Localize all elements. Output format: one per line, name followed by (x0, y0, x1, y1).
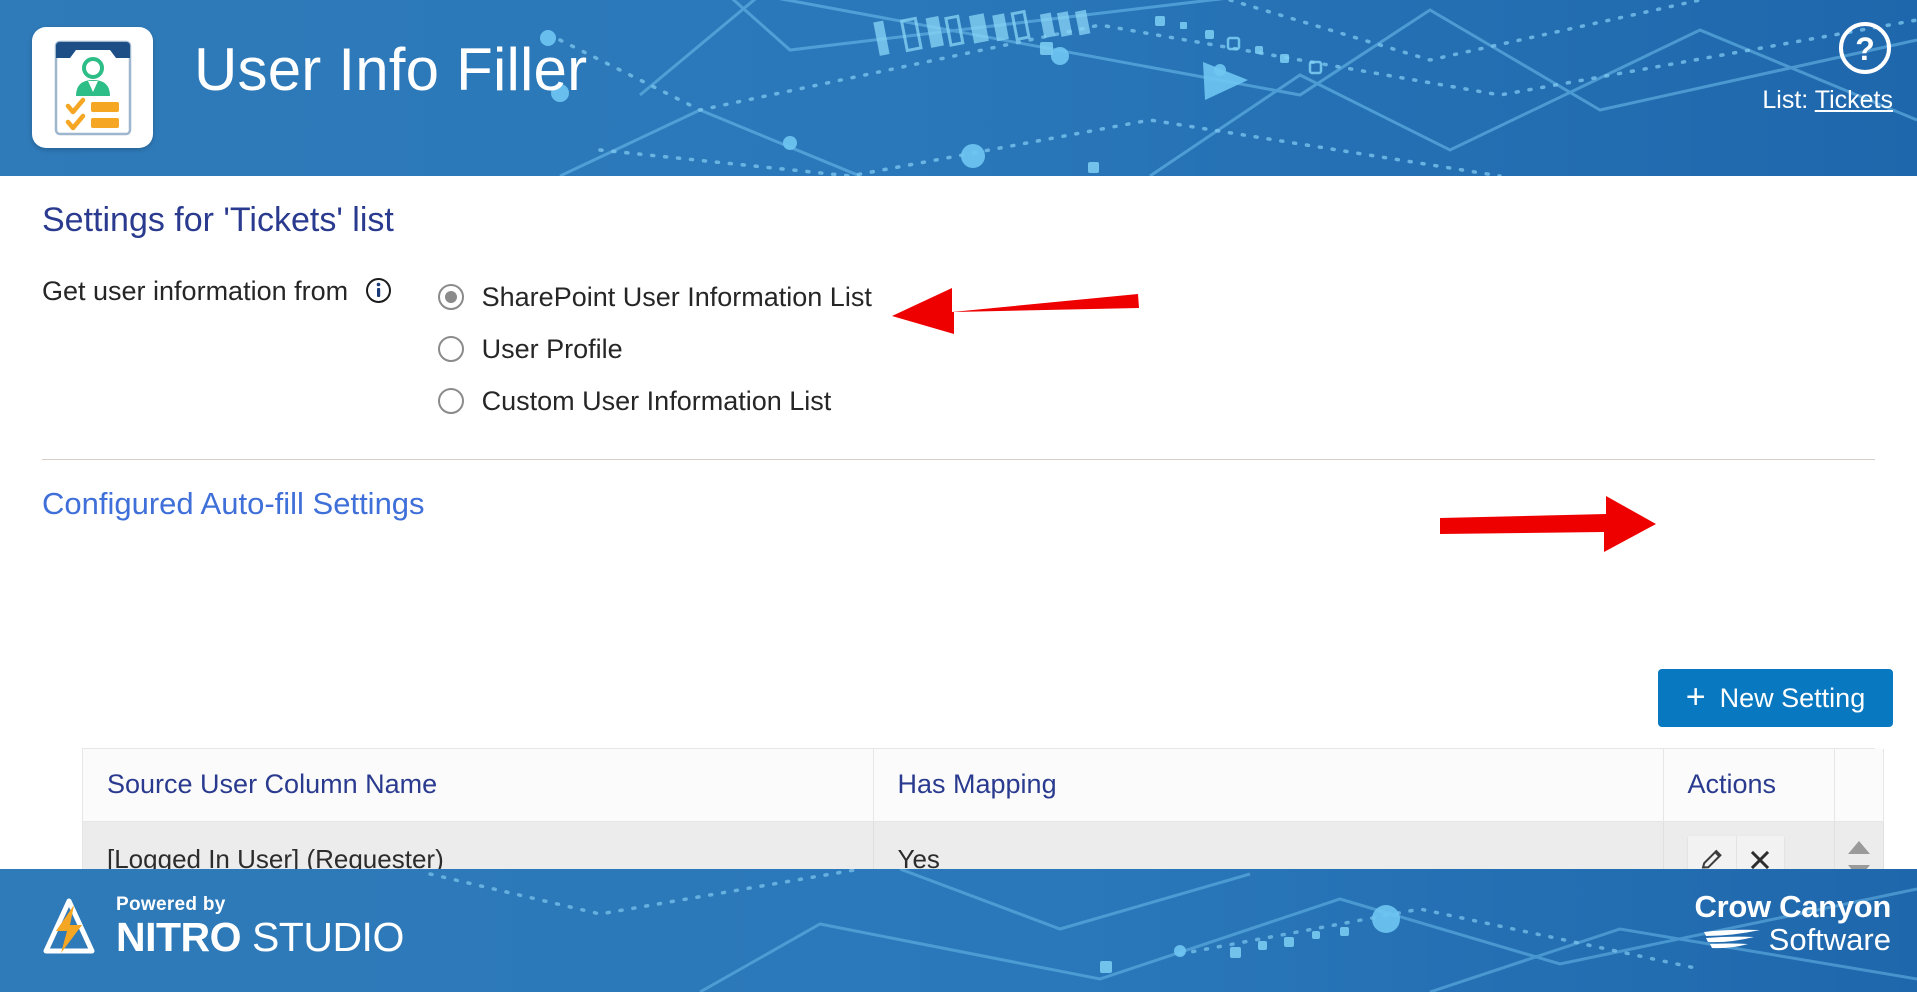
help-area: ? List: Tickets (1663, 20, 1893, 115)
lightning-bolt-icon (43, 898, 95, 954)
radio-option-sharepoint-user-information-list[interactable]: SharePoint User Information List (437, 271, 872, 323)
crow-software-row: Software (1695, 922, 1891, 957)
clipboard-user-icon (54, 40, 131, 135)
plus-icon: + (1685, 678, 1706, 717)
app-header: User Info Filler ? List: Tickets (0, 0, 1917, 176)
nitro-studio-logo: Powered by NITRO STUDIO (36, 893, 404, 959)
app-root: User Info Filler ? List: Tickets Setting… (0, 0, 1917, 992)
section-divider (42, 459, 1875, 460)
user-source-prompt-label: Get user information from (42, 276, 349, 306)
software-label: Software (1768, 922, 1891, 957)
column-header-actions: Actions (1663, 749, 1835, 822)
column-header-source-user-column-name[interactable]: Source User Column Name (83, 749, 874, 822)
scroll-up-arrow-icon[interactable] (1847, 840, 1870, 854)
radio-label: Custom User Information List (481, 385, 832, 416)
main-content: Settings for 'Tickets' list Get user inf… (0, 176, 1917, 992)
user-source-radio-group: SharePoint User Information List User Pr… (437, 269, 872, 427)
column-header-scroll-spacer (1834, 749, 1884, 822)
user-source-section: Get user information from SharePoint Use… (42, 269, 872, 427)
new-setting-button-label: New Setting (1719, 682, 1866, 713)
column-header-has-mapping[interactable]: Has Mapping (873, 749, 1664, 822)
svg-text:?: ? (1855, 31, 1875, 67)
radio-mark-icon (437, 284, 464, 310)
app-icon (32, 27, 153, 148)
info-circle-icon[interactable] (365, 277, 392, 304)
new-setting-button[interactable]: + New Setting (1658, 669, 1893, 727)
studio-label: STUDIO (251, 913, 404, 960)
list-indicator: List: Tickets (1663, 86, 1893, 115)
radio-label: User Profile (481, 333, 623, 364)
app-footer: Powered by NITRO STUDIO Crow Canyon Soft… (0, 869, 1917, 992)
nitro-studio-wordmark: NITRO STUDIO (116, 913, 404, 960)
radio-mark-icon (437, 388, 464, 414)
radio-label: SharePoint User Information List (481, 281, 872, 312)
app-title: User Info Filler (194, 36, 588, 103)
page-title: Settings for 'Tickets' list (42, 201, 394, 239)
user-source-prompt-wrap: Get user information from (42, 269, 392, 310)
list-name-link[interactable]: Tickets (1815, 86, 1893, 114)
wing-icon (1702, 927, 1764, 953)
nitro-label: NITRO (116, 913, 242, 960)
radio-option-user-profile[interactable]: User Profile (437, 323, 872, 375)
crow-canyon-software-logo: Crow Canyon Software (1695, 891, 1892, 955)
section-title-configured-autofill-settings: Configured Auto-fill Settings (42, 486, 425, 521)
table-header-row: Source User Column Name Has Mapping Acti… (83, 749, 1884, 822)
radio-mark-icon (437, 336, 464, 362)
radio-option-custom-user-information-list[interactable]: Custom User Information List (437, 375, 872, 427)
help-circle-icon[interactable]: ? (1837, 20, 1893, 76)
powered-by-label: Powered by (116, 893, 226, 915)
list-prefix-label: List: (1762, 86, 1809, 114)
crow-canyon-label: Crow Canyon (1694, 889, 1892, 924)
